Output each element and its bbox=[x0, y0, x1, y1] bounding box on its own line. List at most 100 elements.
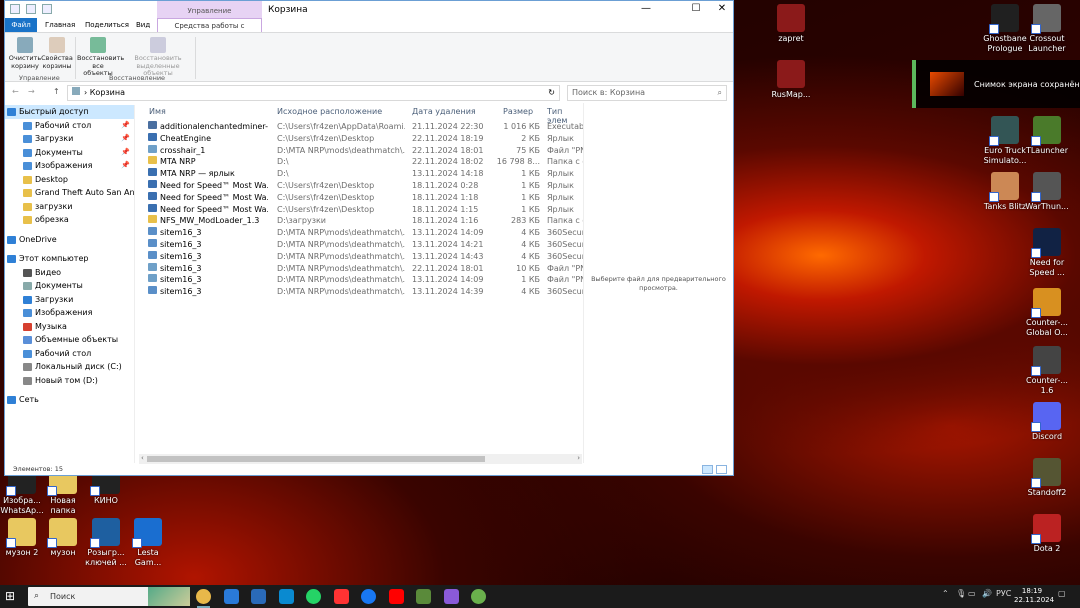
search-input[interactable]: Поиск в: Корзина ⌕ bbox=[567, 85, 727, 101]
store-icon[interactable] bbox=[223, 589, 239, 604]
desktop-icon-3[interactable]: Crossout Launcher bbox=[1023, 4, 1071, 54]
desktop-icon-left-5[interactable]: Розыгр... ключей ... bbox=[82, 518, 130, 568]
windows-start-icon[interactable]: ⊞ bbox=[5, 589, 15, 603]
new-folder-icon[interactable] bbox=[42, 4, 52, 14]
notification-icon[interactable]: ▢ bbox=[1058, 589, 1066, 598]
table-row[interactable]: crosshair_1 D:\MTA NRP\mods\deathmatch\..… bbox=[143, 144, 583, 157]
table-row[interactable]: additionalenchantedminer-... C:\Users\fr4… bbox=[143, 121, 583, 133]
details-view-button[interactable] bbox=[702, 465, 713, 474]
tab-share[interactable]: Поделиться bbox=[79, 18, 135, 32]
desktop-icon-11[interactable]: Discord bbox=[1023, 402, 1071, 442]
table-row[interactable]: sitem16_3 D:\MTA NRP\mods\deathmatch\... 1… bbox=[143, 227, 583, 239]
nav-quick-item-3[interactable]: Изображения 📌 bbox=[5, 159, 134, 173]
nav-quick-item-6[interactable]: загрузки bbox=[5, 200, 134, 214]
table-row[interactable]: CheatEngine C:\Users\fr4zen\Desktop 22.11.… bbox=[143, 132, 583, 145]
table-row[interactable]: MTA NRP D:\ 22.11.2024 18:02 16 798 8... Пап… bbox=[143, 156, 583, 168]
forward-button[interactable]: → bbox=[28, 87, 35, 96]
nav-quick-item-7[interactable]: обрезка bbox=[5, 213, 134, 227]
empty-bin-button[interactable]: Очистить корзину bbox=[7, 37, 43, 70]
nav-network[interactable]: Сеть bbox=[5, 393, 134, 407]
up-button[interactable]: ↑ bbox=[53, 87, 60, 96]
minecraft-icon[interactable] bbox=[416, 589, 431, 604]
back-button[interactable]: ← bbox=[12, 87, 19, 96]
desktop-icon-0[interactable]: zapret bbox=[767, 4, 815, 44]
chevron-up-icon[interactable]: ⌃ bbox=[942, 589, 949, 598]
nav-this-pc[interactable]: Этот компьютер bbox=[5, 252, 134, 266]
table-row[interactable]: sitem16_3 D:\MTA NRP\mods\deathmatch\... 1… bbox=[143, 250, 583, 263]
table-row[interactable]: sitem16_3 D:\MTA NRP\mods\deathmatch\... 1… bbox=[143, 238, 583, 251]
scroll-right-arrow[interactable]: › bbox=[577, 454, 580, 462]
column-date-deleted[interactable]: Дата удаления bbox=[412, 107, 476, 116]
desktop-icon-5[interactable]: TLauncher bbox=[1023, 116, 1071, 156]
desktop-icon-6[interactable]: Tanks Blitz bbox=[981, 172, 1029, 212]
desktop-icon-left-6[interactable]: Lesta Gam... bbox=[124, 518, 172, 568]
desktop-icon-13[interactable]: Dota 2 bbox=[1023, 514, 1071, 554]
language-indicator[interactable]: РУС bbox=[996, 589, 1011, 598]
restore-all-button[interactable]: Восстановить все объекты bbox=[77, 37, 124, 78]
desktop-icon-12[interactable]: Standoff2 bbox=[1023, 458, 1071, 498]
nav-pc-item-7[interactable]: Локальный диск (C:) bbox=[5, 360, 134, 374]
tab-recycle-bin-tools[interactable]: Средства работы с корзиной bbox=[157, 18, 262, 44]
nav-pc-item-4[interactable]: Музыка bbox=[5, 320, 134, 334]
microphone-icon[interactable]: 🎙 bbox=[956, 589, 966, 598]
nav-pc-item-5[interactable]: Объемные объекты bbox=[5, 333, 134, 347]
desktop-icon-7[interactable]: WarThun... bbox=[1023, 172, 1071, 212]
minimize-button[interactable]: — bbox=[639, 3, 653, 14]
nav-quick-access[interactable]: Быстрый доступ bbox=[5, 105, 134, 119]
table-row[interactable]: MTA NRP — ярлык D:\ 13.11.2024 14:18 1 КБ Яр… bbox=[143, 168, 583, 180]
column-name[interactable]: Имя bbox=[149, 107, 166, 116]
network-icon[interactable]: ▭ bbox=[968, 589, 976, 598]
facebook-icon[interactable] bbox=[361, 589, 376, 604]
volume-icon[interactable]: 🔊 bbox=[982, 589, 992, 598]
scroll-left-arrow[interactable]: ‹ bbox=[141, 454, 144, 462]
youtube-icon[interactable] bbox=[388, 589, 404, 604]
tab-home[interactable]: Главная bbox=[39, 18, 81, 32]
screenshot-notification[interactable]: Снимок экрана сохранён bbox=[912, 60, 1080, 108]
table-row[interactable]: sitem16_3 D:\MTA NRP\mods\deathmatch\... 1… bbox=[143, 274, 583, 286]
column-original-location[interactable]: Исходное расположение bbox=[277, 107, 382, 116]
nav-onedrive[interactable]: OneDrive bbox=[5, 233, 134, 247]
address-bar[interactable]: › Корзина ↻ bbox=[67, 85, 560, 101]
nav-pc-item-3[interactable]: Изображения bbox=[5, 306, 134, 320]
clock[interactable]: 18:19 22.11.2024 bbox=[1014, 587, 1054, 605]
nav-quick-item-5[interactable]: Grand Theft Auto San Andreas bbox=[5, 186, 134, 200]
desktop-icon-9[interactable]: Counter-... Global O... bbox=[1023, 288, 1071, 338]
scrollbar-thumb[interactable] bbox=[147, 456, 485, 462]
table-row[interactable]: sitem16_3 D:\MTA NRP\mods\deathmatch\... 1… bbox=[143, 286, 583, 298]
nav-quick-item-4[interactable]: Desktop bbox=[5, 173, 134, 187]
nav-quick-item-2[interactable]: Документы 📌 bbox=[5, 146, 134, 160]
column-size[interactable]: Размер bbox=[503, 107, 533, 116]
file-explorer-icon[interactable] bbox=[196, 589, 211, 608]
table-row[interactable]: NFS_MW_ModLoader_1.3 D:\загрузки 18.11.202… bbox=[143, 215, 583, 227]
nav-pc-item-6[interactable]: Рабочий стол bbox=[5, 347, 134, 361]
nav-pc-item-8[interactable]: Новый том (D:) bbox=[5, 374, 134, 388]
nav-quick-item-0[interactable]: Рабочий стол 📌 bbox=[5, 119, 134, 133]
utorrent-icon[interactable] bbox=[471, 589, 486, 604]
yandex-icon[interactable] bbox=[333, 589, 349, 604]
folder-icon[interactable] bbox=[10, 4, 20, 14]
desktop-icon-4[interactable]: Euro Truck Simulato... bbox=[981, 116, 1029, 166]
restore-selected-button[interactable]: Восстановить выделенные объекты bbox=[125, 37, 191, 78]
nav-pc-item-0[interactable]: Видео bbox=[5, 266, 134, 280]
nav-pc-item-2[interactable]: Загрузки bbox=[5, 293, 134, 307]
tab-file[interactable]: Файл bbox=[5, 18, 37, 32]
bin-properties-button[interactable]: Свойства корзины bbox=[39, 37, 75, 70]
desktop-icon-8[interactable]: Need for Speed ... bbox=[1023, 228, 1071, 278]
steam-chat-icon[interactable] bbox=[443, 589, 459, 604]
maximize-button[interactable]: ☐ bbox=[689, 3, 703, 14]
tiles-view-button[interactable] bbox=[716, 465, 727, 474]
refresh-button[interactable]: ↻ bbox=[548, 86, 555, 100]
desktop-icon-10[interactable]: Counter-... 1.6 bbox=[1023, 346, 1071, 396]
mail-icon[interactable] bbox=[251, 589, 266, 604]
taskbar-search[interactable]: ⌕ Поиск bbox=[28, 587, 190, 606]
properties-icon[interactable] bbox=[26, 4, 36, 14]
desktop-icon-1[interactable]: RusMap... bbox=[767, 60, 815, 100]
nav-pc-item-1[interactable]: Документы bbox=[5, 279, 134, 293]
whatsapp-icon[interactable] bbox=[306, 589, 321, 604]
table-row[interactable]: sitem16_3 D:\MTA NRP\mods\deathmatch\... 2… bbox=[143, 262, 583, 275]
table-row[interactable]: Need for Speed™ Most Wa... C:\Users\fr4ze… bbox=[143, 203, 583, 216]
table-row[interactable]: Need for Speed™ Most Wa... C:\Users\fr4ze… bbox=[143, 179, 583, 192]
edge-icon[interactable] bbox=[278, 589, 294, 604]
tab-view[interactable]: Вид bbox=[130, 18, 156, 32]
close-button[interactable]: ✕ bbox=[715, 3, 729, 14]
